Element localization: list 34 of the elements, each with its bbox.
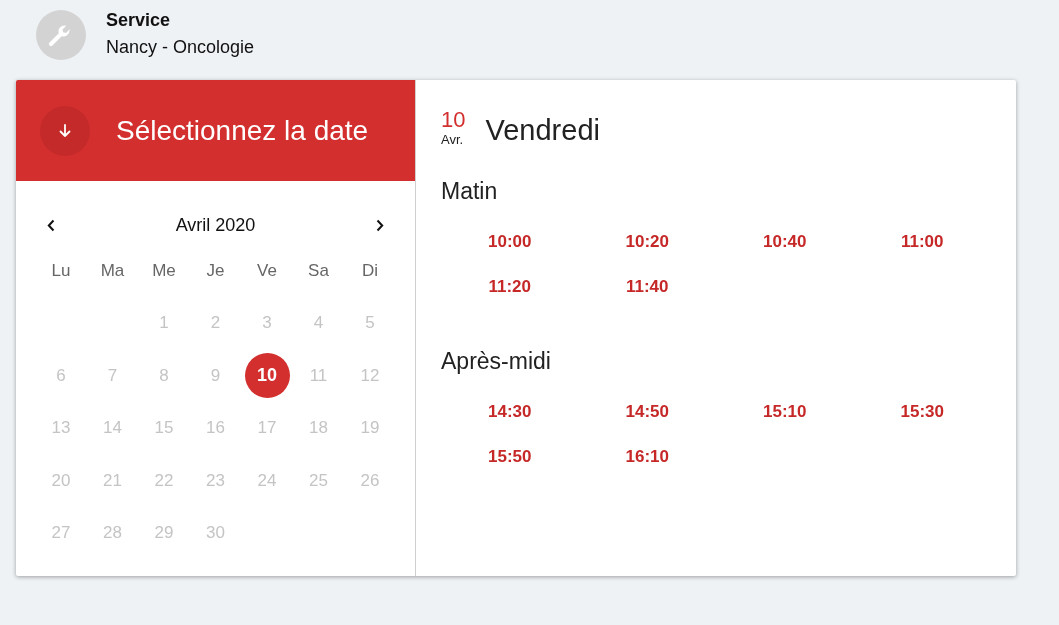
date-picker-title: Sélectionnez la date [116, 114, 369, 147]
service-name: Nancy - Oncologie [106, 36, 255, 59]
time-slot[interactable]: 10:00 [482, 227, 538, 256]
time-slot[interactable]: 11:40 [619, 272, 675, 301]
arrow-down-icon [59, 123, 71, 138]
service-label: Service [106, 9, 172, 32]
weekday-label: Me [151, 260, 177, 282]
toggle-button[interactable] [40, 105, 90, 156]
time-slot[interactable]: 11:20 [482, 272, 537, 301]
day-number: 10 [441, 108, 466, 132]
time-slot[interactable]: 11:00 [894, 227, 950, 256]
calendar-day[interactable]: 10 [244, 353, 290, 399]
time-slot[interactable]: 14:30 [482, 397, 538, 426]
section-title: Matin [441, 177, 498, 205]
month-abbreviation: Avr. [441, 132, 465, 148]
section-title: Après-midi [441, 347, 551, 375]
weekday-label: Je [205, 260, 226, 282]
time-slot[interactable]: 16:10 [619, 442, 675, 471]
weekday-label: Ma [99, 260, 126, 282]
time-slot[interactable]: 10:40 [757, 227, 813, 256]
chevron-right-icon [376, 218, 384, 232]
weekday-label: Ve [256, 260, 278, 282]
time-slot[interactable]: 15:50 [482, 442, 538, 471]
time-slot[interactable]: 15:30 [894, 397, 950, 426]
weekday-title: Vendredi [485, 115, 600, 145]
weekday-label: Di [360, 260, 380, 282]
chevron-left-icon [47, 218, 55, 232]
time-slot[interactable]: 15:10 [757, 397, 813, 426]
time-slot[interactable]: 14:50 [619, 397, 675, 426]
weekday-label: Sa [307, 260, 330, 282]
weekday-label: Lu [50, 260, 72, 282]
wrench-icon [36, 10, 86, 60]
time-slot[interactable]: 10:20 [619, 227, 675, 256]
month-label: Avril 2020 [175, 214, 256, 236]
